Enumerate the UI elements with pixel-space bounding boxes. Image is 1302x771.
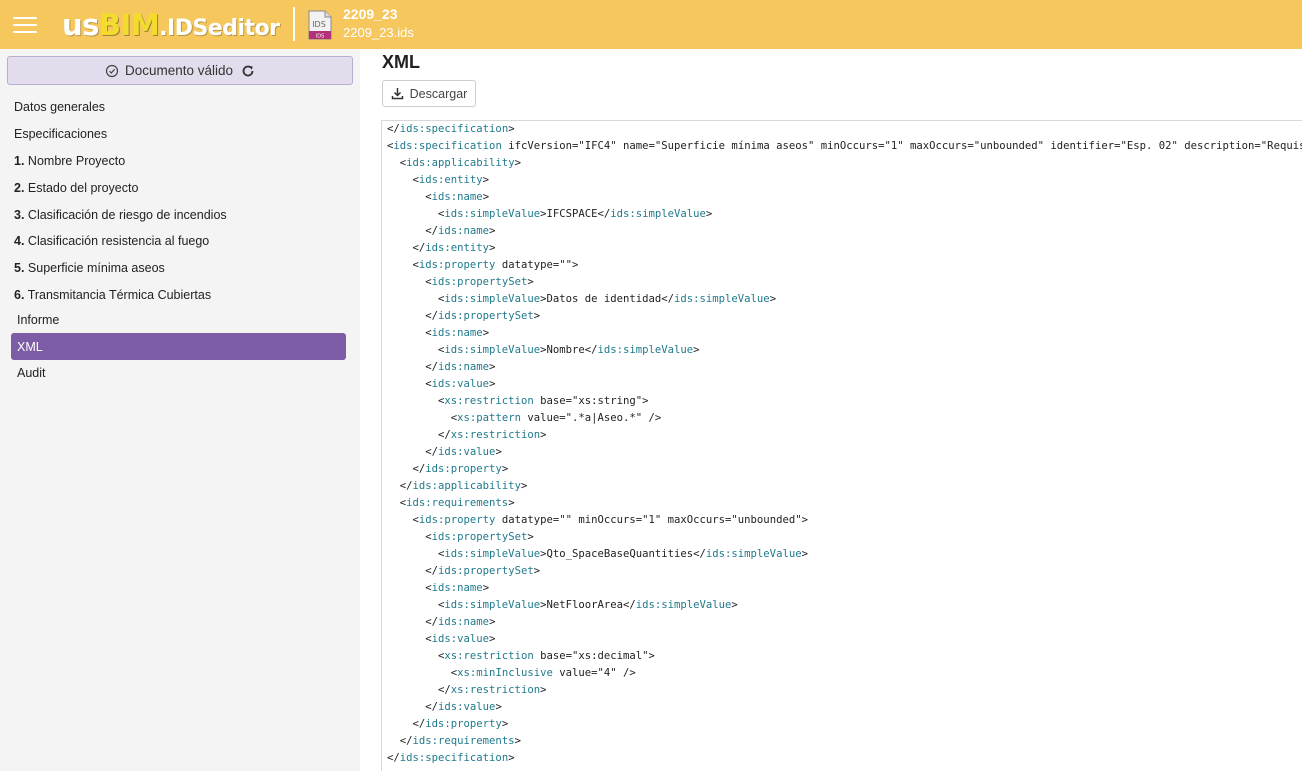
xml-line: <ids:simpleValue>Nombre</ids:simpleValue… (387, 344, 700, 356)
xml-line: <ids:entity> (387, 174, 490, 186)
xml-line: <ids:value> (387, 633, 496, 645)
header-divider (293, 7, 295, 41)
xml-line: </ids:propertySet> (387, 565, 541, 577)
menu-icon[interactable] (13, 15, 37, 35)
sidebar-item-xml[interactable]: XML (11, 333, 346, 360)
xml-line: </ids:specification> (387, 123, 515, 135)
main-panel: XML Descargar </ids:specification> <ids:s… (360, 49, 1302, 771)
xml-line: <ids:requirements> (387, 497, 515, 509)
xml-line: <ids:property datatype=""> (387, 259, 579, 271)
xml-line: </ids:name> (387, 616, 496, 628)
xml-code: </ids:specification> <ids:specification i… (387, 121, 1302, 767)
xml-line: </ids:property> (387, 463, 509, 475)
xml-line: <ids:name> (387, 327, 490, 339)
page-title: XML (382, 52, 420, 72)
sidebar-item-spec-4[interactable]: 4. Clasificación resistencia al fuego (14, 234, 209, 248)
xml-line: <ids:name> (387, 582, 490, 594)
xml-line: </ids:property> (387, 718, 509, 730)
sidebar-item-informe[interactable]: Informe (17, 313, 59, 327)
xml-line: <ids:value> (387, 378, 496, 390)
xml-line: <xs:pattern value=".*a|Aseo.*" /> (387, 412, 662, 424)
xml-line: </ids:specification> (387, 752, 515, 764)
xml-line: <ids:simpleValue>NetFloorArea</ids:simpl… (387, 599, 738, 611)
xml-line: </ids:name> (387, 361, 496, 373)
sidebar-item-audit[interactable]: Audit (17, 366, 46, 380)
xml-line: </ids:value> (387, 701, 502, 713)
xml-line: </ids:name> (387, 225, 496, 237)
xml-line: <xs:restriction base="xs:decimal"> (387, 650, 655, 662)
download-icon (391, 88, 403, 100)
refresh-icon[interactable] (241, 64, 255, 78)
xml-line: <ids:applicability> (387, 157, 521, 169)
xml-line: <xs:minInclusive value="4" /> (387, 667, 636, 679)
xml-line: </ids:value> (387, 446, 502, 458)
xml-line: <ids:simpleValue>IFCSPACE</ids:simpleVal… (387, 208, 713, 220)
xml-line: <ids:property datatype="" minOccurs="1" … (387, 514, 808, 526)
xml-line: </ids:propertySet> (387, 310, 541, 322)
xml-line: </ids:entity> (387, 242, 496, 254)
xml-line: </xs:restriction> (387, 684, 547, 696)
xml-line: <ids:specification ifcVersion="IFC4" nam… (387, 140, 1302, 152)
xml-line: </ids:applicability> (387, 480, 528, 492)
xml-line: </xs:restriction> (387, 429, 547, 441)
download-label: Descargar (409, 86, 468, 101)
sidebar-item-spec-2[interactable]: 2. Estado del proyecto (14, 181, 138, 195)
validation-status-button[interactable]: Documento válido (7, 56, 353, 85)
xml-line: <ids:simpleValue>Qto_SpaceBaseQuantities… (387, 548, 808, 560)
xml-code-viewer[interactable]: </ids:specification> <ids:specification i… (381, 120, 1302, 771)
xml-line: </ids:requirements> (387, 735, 521, 747)
sidebar-item-especificaciones[interactable]: Especificaciones (14, 127, 107, 141)
svg-text:IDS: IDS (312, 20, 326, 29)
xml-line: <ids:name> (387, 191, 490, 203)
sidebar-item-spec-6[interactable]: 6. Transmitancia Térmica Cubiertas (14, 288, 211, 302)
validation-label: Documento válido (124, 63, 234, 78)
svg-text:IDS: IDS (316, 34, 325, 40)
check-circle-icon (105, 64, 119, 78)
download-button[interactable]: Descargar (382, 80, 476, 107)
xml-line: <xs:restriction base="xs:string"> (387, 395, 649, 407)
app-logo: us BIM .IDSeditor (62, 8, 280, 42)
xml-line: <ids:propertySet> (387, 276, 534, 288)
sidebar-item-datos-generales[interactable]: Datos generales (14, 100, 105, 114)
sidebar-item-spec-1[interactable]: 1. Nombre Proyecto (14, 154, 125, 168)
sidebar-item-spec-5[interactable]: 5. Superficie mínima aseos (14, 261, 165, 275)
sidebar: Documento válido Datos generales Especif… (0, 49, 360, 771)
ids-file-icon: IDS IDS (308, 10, 332, 40)
project-title: 2209_23 (343, 6, 398, 22)
sidebar-item-spec-3[interactable]: 3. Clasificación de riesgo de incendios (14, 208, 227, 222)
xml-line: <ids:simpleValue>Datos de identidad</ids… (387, 293, 777, 305)
xml-line: <ids:propertySet> (387, 531, 534, 543)
top-bar: us BIM .IDSeditor IDS IDS 2209_23 2209_23.… (0, 0, 1302, 49)
project-filename: 2209_23.ids (343, 25, 414, 40)
